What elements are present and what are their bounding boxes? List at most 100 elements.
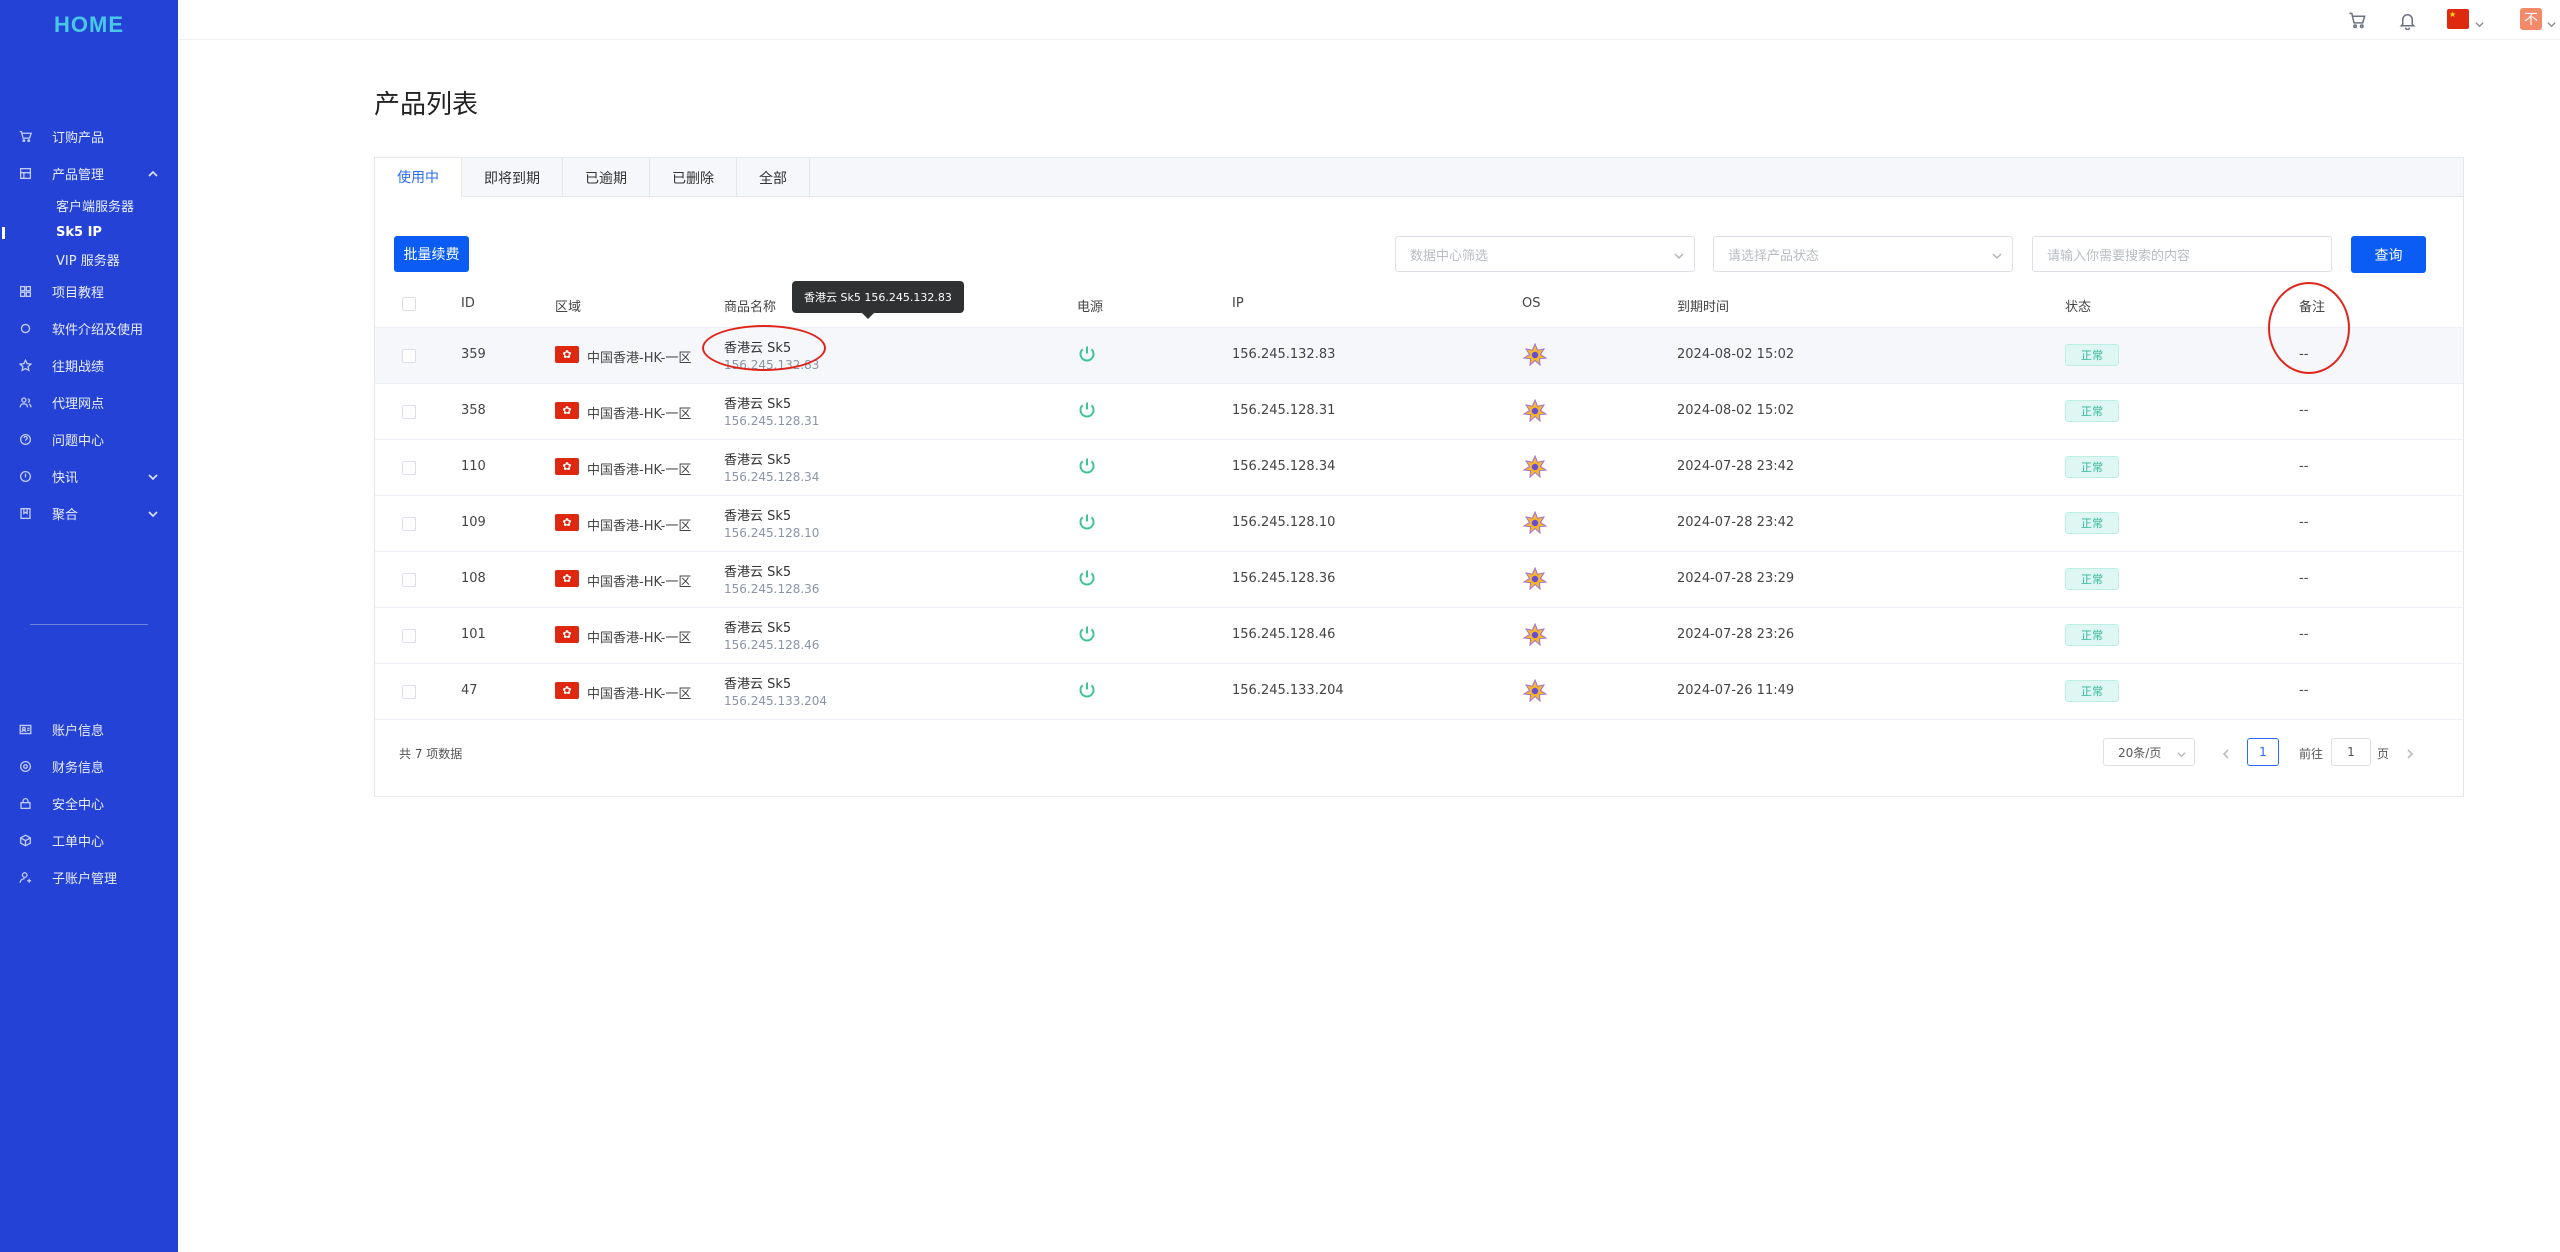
row-product-name[interactable]: 香港云 Sk5 — [724, 449, 791, 468]
row-product-name[interactable]: 香港云 Sk5 — [724, 337, 791, 356]
sidebar-item-aggregate[interactable]: 聚合 — [0, 495, 178, 532]
page-number-current[interactable]: 1 — [2247, 738, 2279, 766]
row-product-name[interactable]: 香港云 Sk5 — [724, 673, 791, 692]
cart-icon — [18, 130, 32, 144]
sidebar-subitem-vip-server[interactable]: VIP 服务器 — [0, 246, 178, 273]
row-checkbox[interactable] — [402, 685, 416, 699]
row-checkbox[interactable] — [402, 349, 416, 363]
power-icon[interactable] — [1077, 568, 1099, 590]
chevron-down-icon[interactable] — [2475, 14, 2484, 28]
sidebar-item-order[interactable]: 订购产品 — [0, 118, 178, 155]
sidebar-item-label: 财务信息 — [52, 761, 105, 776]
status-filter-select[interactable]: 请选择产品状态 — [1713, 236, 2013, 272]
row-product-name[interactable]: 香港云 Sk5 — [724, 617, 791, 636]
row-product-ip: 156.245.132.83 — [724, 358, 820, 372]
power-icon[interactable] — [1077, 400, 1099, 422]
sidebar-item-product-management[interactable]: 产品管理 — [0, 155, 178, 192]
sidebar: HOME 订购产品 产品管理 客户端服务器 Sk5 IP VIP 服务器 项目教… — [0, 0, 178, 1252]
page-size-select[interactable]: 20条/页 — [2103, 738, 2195, 766]
power-icon[interactable] — [1077, 344, 1099, 366]
row-id: 47 — [461, 683, 478, 698]
os-icon — [1522, 398, 1548, 424]
hk-flag-icon: ✿ — [555, 402, 579, 419]
row-note: -- — [2299, 627, 2309, 642]
table-row[interactable]: 47 ✿ 中国香港-HK-一区 香港云 Sk5 156.245.133.204 156.2… — [375, 664, 2463, 720]
row-product-name[interactable]: 香港云 Sk5 — [724, 561, 791, 580]
logo[interactable]: HOME — [0, 12, 178, 38]
sidebar-item-finance[interactable]: 财务信息 — [0, 748, 178, 785]
next-page-icon[interactable] — [2405, 744, 2417, 759]
power-icon[interactable] — [1077, 680, 1099, 702]
chevron-down-icon — [1992, 250, 2002, 260]
row-product-ip: 156.245.133.204 — [724, 694, 828, 708]
table-row[interactable]: 358 ✿ 中国香港-HK-一区 香港云 Sk5 156.245.128.31 156.2… — [375, 384, 2463, 440]
row-checkbox[interactable] — [402, 461, 416, 475]
power-icon[interactable] — [1077, 456, 1099, 478]
row-expire-time: 2024-08-02 15:02 — [1677, 403, 1795, 418]
sidebar-item-label: 安全中心 — [52, 798, 105, 813]
chevron-down-icon[interactable] — [2547, 14, 2556, 28]
product-list-card: 使用中 即将到期 已逾期 已删除 全部 批量续费 数据中心筛选 请选择产品状态 … — [374, 157, 2464, 797]
sidebar-item-label: 软件介绍及使用 — [52, 323, 144, 338]
row-checkbox[interactable] — [402, 517, 416, 531]
sidebar-item-history[interactable]: 往期战绩 — [0, 347, 178, 384]
datacenter-filter-placeholder: 数据中心筛选 — [1410, 248, 1489, 264]
top-header — [178, 0, 2560, 40]
sidebar-item-software[interactable]: 软件介绍及使用 — [0, 310, 178, 347]
sidebar-item-label: 项目教程 — [52, 286, 105, 301]
column-header-expire: 到期时间 — [1677, 300, 1730, 315]
table-row[interactable]: 101 ✿ 中国香港-HK-一区 香港云 Sk5 156.245.128.46 156.2… — [375, 608, 2463, 664]
tab-in-use[interactable]: 使用中 — [375, 158, 462, 197]
sidebar-item-news[interactable]: 快讯 — [0, 458, 178, 495]
row-region: 中国香港-HK-一区 — [587, 351, 692, 366]
users-icon — [18, 396, 32, 410]
datacenter-filter-select[interactable]: 数据中心筛选 — [1395, 236, 1695, 272]
prev-page-icon[interactable] — [2221, 744, 2233, 759]
tab-expiring[interactable]: 即将到期 — [462, 158, 563, 197]
select-all-checkbox[interactable] — [402, 297, 416, 311]
page-suffix-label: 页 — [2377, 747, 2390, 761]
query-button[interactable]: 查询 — [2351, 236, 2426, 273]
sidebar-item-tutorials[interactable]: 项目教程 — [0, 273, 178, 310]
row-id: 358 — [461, 403, 486, 418]
table-header: ID 区域 商品名称 电源 IP OS 到期时间 状态 备注 — [375, 280, 2463, 328]
sidebar-subitem-client-server[interactable]: 客户端服务器 — [0, 192, 178, 219]
sidebar-item-label: 子账户管理 — [52, 872, 118, 887]
circle-icon — [18, 322, 32, 336]
sidebar-item-agents[interactable]: 代理网点 — [0, 384, 178, 421]
table-row[interactable]: 108 ✿ 中国香港-HK-一区 香港云 Sk5 156.245.128.36 156.2… — [375, 552, 2463, 608]
row-ip: 156.245.128.46 — [1232, 627, 1336, 642]
row-checkbox[interactable] — [402, 629, 416, 643]
bell-icon[interactable] — [2395, 8, 2419, 32]
table-row[interactable]: 359 ✿ 中国香港-HK-一区 香港云 Sk5 156.245.132.83 156.2… — [375, 328, 2463, 384]
sidebar-item-help[interactable]: 问题中心 — [0, 421, 178, 458]
power-icon[interactable] — [1077, 512, 1099, 534]
power-icon[interactable] — [1077, 624, 1099, 646]
box-icon — [18, 167, 32, 181]
tab-deleted[interactable]: 已删除 — [650, 158, 737, 197]
sidebar-item-tickets[interactable]: 工单中心 — [0, 822, 178, 859]
sidebar-item-sub-accounts[interactable]: 子账户管理 — [0, 859, 178, 896]
row-note: -- — [2299, 683, 2309, 698]
status-badge: 正常 — [2065, 344, 2119, 366]
sidebar-item-label: 订购产品 — [52, 131, 105, 146]
row-product-name[interactable]: 香港云 Sk5 — [724, 505, 791, 524]
language-flag-icon[interactable] — [2447, 9, 2469, 29]
avatar[interactable]: 不 — [2520, 8, 2542, 30]
table-row[interactable]: 109 ✿ 中国香港-HK-一区 香港云 Sk5 156.245.128.10 156.2… — [375, 496, 2463, 552]
sidebar-item-account[interactable]: 账户信息 — [0, 711, 178, 748]
sidebar-subitem-sk5-ip[interactable]: Sk5 IP — [0, 219, 178, 246]
goto-page-input[interactable]: 1 — [2331, 738, 2371, 766]
search-input[interactable]: 请输入你需要搜索的内容 — [2032, 236, 2332, 272]
table-row[interactable]: 110 ✿ 中国香港-HK-一区 香港云 Sk5 156.245.128.34 156.2… — [375, 440, 2463, 496]
cart-icon[interactable] — [2345, 8, 2369, 32]
tab-overdue[interactable]: 已逾期 — [563, 158, 650, 197]
hk-flag-icon: ✿ — [555, 346, 579, 363]
row-product-name[interactable]: 香港云 Sk5 — [724, 393, 791, 412]
row-checkbox[interactable] — [402, 405, 416, 419]
row-checkbox[interactable] — [402, 573, 416, 587]
batch-renew-button[interactable]: 批量续费 — [394, 236, 469, 272]
hk-flag-icon: ✿ — [555, 514, 579, 531]
sidebar-item-security[interactable]: 安全中心 — [0, 785, 178, 822]
tab-all[interactable]: 全部 — [737, 158, 810, 197]
